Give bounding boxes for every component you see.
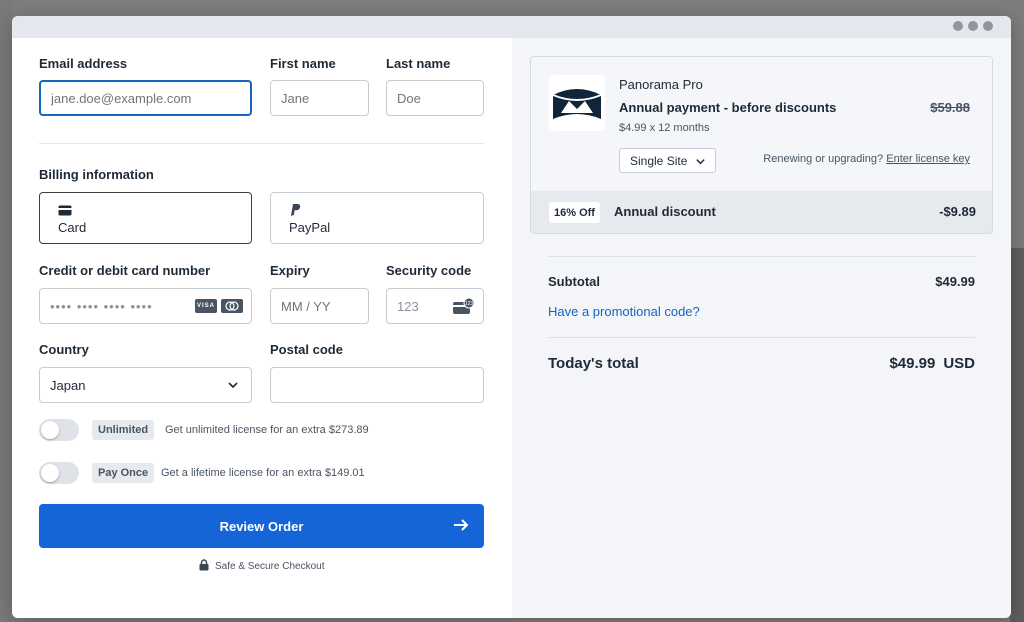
last-name-input[interactable] (386, 80, 484, 116)
payment-option-label: Card (58, 220, 87, 235)
pay-once-badge: Pay Once (92, 463, 155, 483)
checkout-form: Email address First name Last name Billi… (12, 38, 512, 618)
review-order-button[interactable]: Review Order (39, 504, 484, 548)
secure-checkout-text: Safe & Secure Checkout (215, 561, 325, 572)
unlimited-toggle[interactable] (39, 419, 79, 441)
toggle-knob (41, 421, 59, 439)
panorama-logo-icon (549, 75, 605, 131)
site-select-value: Single Site (630, 153, 688, 168)
email-label: Email address (39, 56, 128, 71)
pay-once-description: Get a lifetime license for an extra $149… (161, 467, 365, 479)
renew-text: Renewing or upgrading? (763, 153, 884, 165)
payment-option-card[interactable]: Card (39, 192, 252, 244)
unlimited-description: Get unlimited license for an extra $273.… (165, 424, 369, 436)
expiry-input[interactable] (270, 288, 369, 324)
card-brands: VISA (191, 299, 243, 313)
postal-code-input[interactable] (270, 367, 484, 403)
visa-icon: VISA (195, 299, 217, 313)
enter-license-key-link[interactable]: Enter license key (886, 153, 970, 165)
email-input[interactable] (39, 80, 252, 116)
country-select[interactable]: Japan (39, 367, 252, 403)
subtotal-value: $49.99 (935, 274, 975, 289)
expiry-label: Expiry (270, 263, 310, 278)
total-currency: USD (943, 355, 975, 372)
secure-checkout-note: Safe & Secure Checkout (199, 559, 325, 574)
checkout-modal: Email address First name Last name Billi… (12, 16, 1011, 618)
mastercard-icon (221, 299, 243, 313)
payment-option-paypal[interactable]: PayPal (270, 192, 484, 244)
payment-option-label: PayPal (289, 220, 331, 235)
total-label: Today's total (548, 355, 639, 372)
postal-code-label: Postal code (270, 342, 343, 357)
card-number-input[interactable]: •••• •••• •••• •••• VISA (39, 288, 252, 324)
discount-label: Annual discount (614, 204, 716, 219)
window-menu-dots[interactable] (953, 21, 993, 31)
first-name-input[interactable] (270, 80, 369, 116)
pay-once-toggle[interactable] (39, 462, 79, 484)
original-price: $59.88 (930, 100, 970, 115)
country-label: Country (39, 342, 89, 357)
site-select[interactable]: Single Site (619, 148, 716, 173)
last-name-label: Last name (386, 56, 451, 71)
first-name-label: First name (270, 56, 336, 71)
product-card: Panorama Pro Annual payment - before dis… (530, 56, 993, 234)
subtotal-label: Subtotal (548, 274, 600, 289)
discount-badge: 16% Off (549, 202, 600, 223)
window-dot (953, 21, 963, 31)
window-dot (968, 21, 978, 31)
background-right-edge (1010, 248, 1024, 622)
card-number-placeholder: •••• •••• •••• •••• (50, 298, 153, 314)
discount-row: 16% Off Annual discount -$9.89 (531, 191, 992, 233)
security-code-placeholder: 123 (397, 298, 419, 314)
product-name: Panorama Pro (619, 77, 703, 92)
total-amount: $49.99 (889, 355, 936, 372)
promo-code-link[interactable]: Have a promotional code? (548, 304, 700, 319)
window-titlebar (12, 16, 1011, 38)
billing-label: Billing information (39, 167, 154, 182)
background-sidebar (0, 0, 12, 622)
discount-amount: -$9.89 (939, 204, 976, 219)
product-price-detail: $4.99 x 12 months (619, 122, 710, 134)
unlimited-badge: Unlimited (92, 420, 155, 440)
form-divider (39, 143, 484, 144)
renew-note: Renewing or upgrading? Enter license key (763, 153, 970, 165)
cvc-card-icon: 123 (453, 297, 475, 318)
security-code-input[interactable]: 123 123 (386, 288, 484, 324)
chevron-down-icon (227, 379, 239, 394)
summary-divider (548, 256, 975, 257)
security-code-label: Security code (386, 263, 472, 278)
order-summary: Panorama Pro Annual payment - before dis… (512, 38, 1011, 618)
lock-icon (199, 559, 209, 574)
chevron-down-icon (695, 156, 706, 170)
window-dot (983, 21, 993, 31)
review-order-label: Review Order (219, 518, 304, 534)
card-number-label: Credit or debit card number (39, 263, 211, 278)
arrow-right-icon (452, 516, 470, 537)
toggle-knob (41, 464, 59, 482)
svg-text:123: 123 (465, 301, 474, 307)
total-value: $49.99 USD (889, 355, 975, 372)
product-description: Annual payment - before discounts (619, 100, 837, 115)
credit-card-icon (58, 203, 72, 221)
summary-divider (548, 337, 975, 338)
country-value: Japan (50, 377, 86, 393)
